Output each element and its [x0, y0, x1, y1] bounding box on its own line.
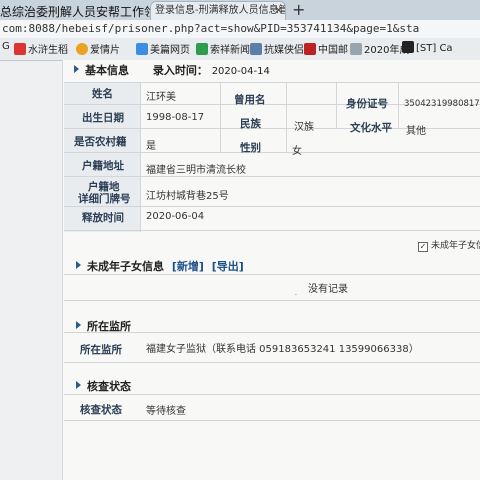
url-text[interactable]: com:8088/hebeisf/prisoner.php?act=show&P… [2, 22, 419, 35]
new-tab-button[interactable]: + [292, 0, 305, 19]
name-value: 江环美 [146, 92, 176, 103]
birth-date-value: 1998-08-17 [146, 112, 205, 123]
household-detail-value: 江坊村城背巷25号 [146, 191, 229, 202]
bookmark-item[interactable]: 美篇网页 [136, 41, 190, 56]
video-icon [76, 43, 88, 55]
checkbox-checked-icon[interactable]: ✓ [418, 242, 428, 252]
rural-value: 是 [146, 141, 156, 152]
minor-children-checkbox[interactable]: ✓未成年子女信息 [418, 238, 480, 252]
bookmark-item[interactable]: 索祥新闻 [196, 41, 250, 56]
rural-label: 是否农村籍 [74, 136, 127, 148]
education-value: 其他 [406, 126, 426, 137]
news-icon [196, 43, 208, 55]
doc-icon [350, 43, 362, 55]
prison-value: 福建女子监狱（联系电话 059183653241 13599066338） [146, 344, 419, 355]
mouse-cursor-icon: · [295, 292, 297, 299]
check-status-label: 核查状态 [80, 404, 122, 416]
caret-right-icon [76, 321, 81, 329]
export-link[interactable]: [导出] [212, 260, 244, 273]
ethnicity-value: 汉族 [294, 122, 314, 133]
browser-tab-active[interactable]: 登录信息-刑满释放人员信息管理 [150, 1, 286, 20]
section-header-basic: 基本信息 录入时间： 2020-04-14 [74, 62, 270, 78]
tab-label: 登录信息-刑满释放人员信息管理 [155, 5, 286, 16]
section-header-check-status: 核查状态 [76, 378, 131, 394]
bookmark-item[interactable]: 2020年成 [350, 41, 409, 56]
bookmark-item[interactable]: 抗媒侠侣 [250, 41, 304, 56]
bookmark-item[interactable]: G [2, 41, 10, 52]
bookmark-item[interactable]: 爱情片 [76, 41, 120, 56]
ethnicity-label: 民族 [240, 118, 261, 130]
household-value: 福建省三明市清流长校 [146, 165, 246, 176]
id-number-value: 350423199808175522 [404, 99, 480, 109]
id-number-label: 身份证号 [346, 98, 388, 110]
bookmark-item[interactable]: [ST] Ca [402, 41, 453, 54]
china-post-icon [304, 43, 316, 55]
former-name-label: 曾用名 [234, 94, 266, 106]
empty-records-text: 没有记录 [308, 284, 348, 295]
prison-label: 所在监所 [80, 344, 122, 356]
meipian-icon [136, 43, 148, 55]
section-header-minor-children: 未成年子女信息 [新增] [导出] [76, 258, 244, 274]
education-label: 文化水平 [350, 122, 392, 134]
check-status-value: 等待核查 [146, 406, 186, 417]
release-date-label: 释放时间 [82, 212, 124, 224]
weibo-icon [14, 43, 26, 55]
caret-right-icon [76, 261, 81, 269]
name-label: 姓名 [92, 88, 113, 100]
caret-right-icon [74, 65, 79, 73]
gender-value: 女 [292, 146, 302, 157]
household-detail-label-line2: 详细门牌号 [78, 193, 131, 205]
page-icon [250, 43, 262, 55]
gender-label: 性别 [240, 142, 261, 154]
st-icon [402, 41, 414, 53]
release-date-value: 2020-06-04 [146, 211, 205, 222]
close-tab-icon[interactable]: ✕ [274, 4, 283, 17]
bookmark-item[interactable]: 中国邮 [304, 41, 348, 56]
household-label: 户籍地址 [82, 160, 124, 172]
bookmark-item[interactable]: 水浒生稻 [14, 41, 68, 56]
add-child-link[interactable]: [新增] [172, 260, 204, 273]
caret-right-icon [76, 381, 81, 389]
birth-date-label: 出生日期 [82, 112, 124, 124]
